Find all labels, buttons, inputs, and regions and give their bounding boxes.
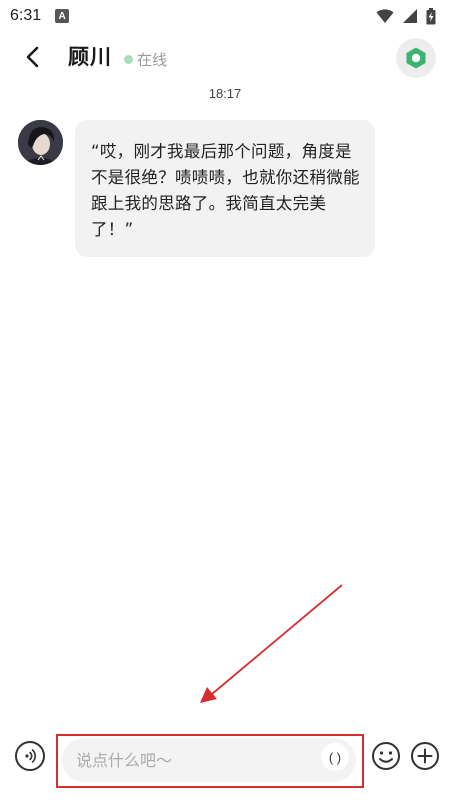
status-time: 6:31 xyxy=(10,7,42,24)
online-dot-icon xyxy=(124,55,133,64)
voice-button[interactable] xyxy=(15,741,45,771)
plus-icon xyxy=(411,742,439,770)
avatar-portrait-icon xyxy=(18,120,63,165)
voice-icon xyxy=(25,749,37,763)
back-button[interactable] xyxy=(18,42,48,72)
message-timestamp: 18:17 xyxy=(208,86,242,101)
hexagon-icon xyxy=(406,47,426,69)
notification-icon: A xyxy=(55,9,70,23)
message-input[interactable] xyxy=(62,738,356,782)
online-status: 在线 xyxy=(124,49,167,70)
signal-icon xyxy=(403,9,417,23)
status-bar: 6:31 A xyxy=(0,0,450,32)
chat-header: 顾川 在线 xyxy=(0,32,450,82)
header-action-button[interactable] xyxy=(396,38,436,78)
input-inner-button[interactable]: ( ) xyxy=(321,743,349,771)
online-status-text: 在线 xyxy=(137,51,168,69)
message-bubble: “哎，刚才我最后那个问题，角度是不是很绝？啧啧啧，也就你还稍微能跟上我的思路了。… xyxy=(75,120,375,257)
emoji-button[interactable] xyxy=(371,741,401,771)
chat-screen: 6:31 A 顾川 在线 18:17 “哎，刚才我最后那个问题，角度是不是很绝？… xyxy=(0,0,450,800)
plus-button[interactable] xyxy=(410,741,440,771)
status-icons xyxy=(376,7,436,25)
contact-avatar[interactable] xyxy=(18,120,63,165)
wifi-icon xyxy=(376,9,394,23)
battery-charging-icon xyxy=(426,7,436,24)
emoji-icon xyxy=(372,742,400,770)
back-arrow-icon xyxy=(26,46,39,68)
input-bar: ( ) xyxy=(0,732,450,792)
contact-name: 顾川 xyxy=(68,45,112,69)
